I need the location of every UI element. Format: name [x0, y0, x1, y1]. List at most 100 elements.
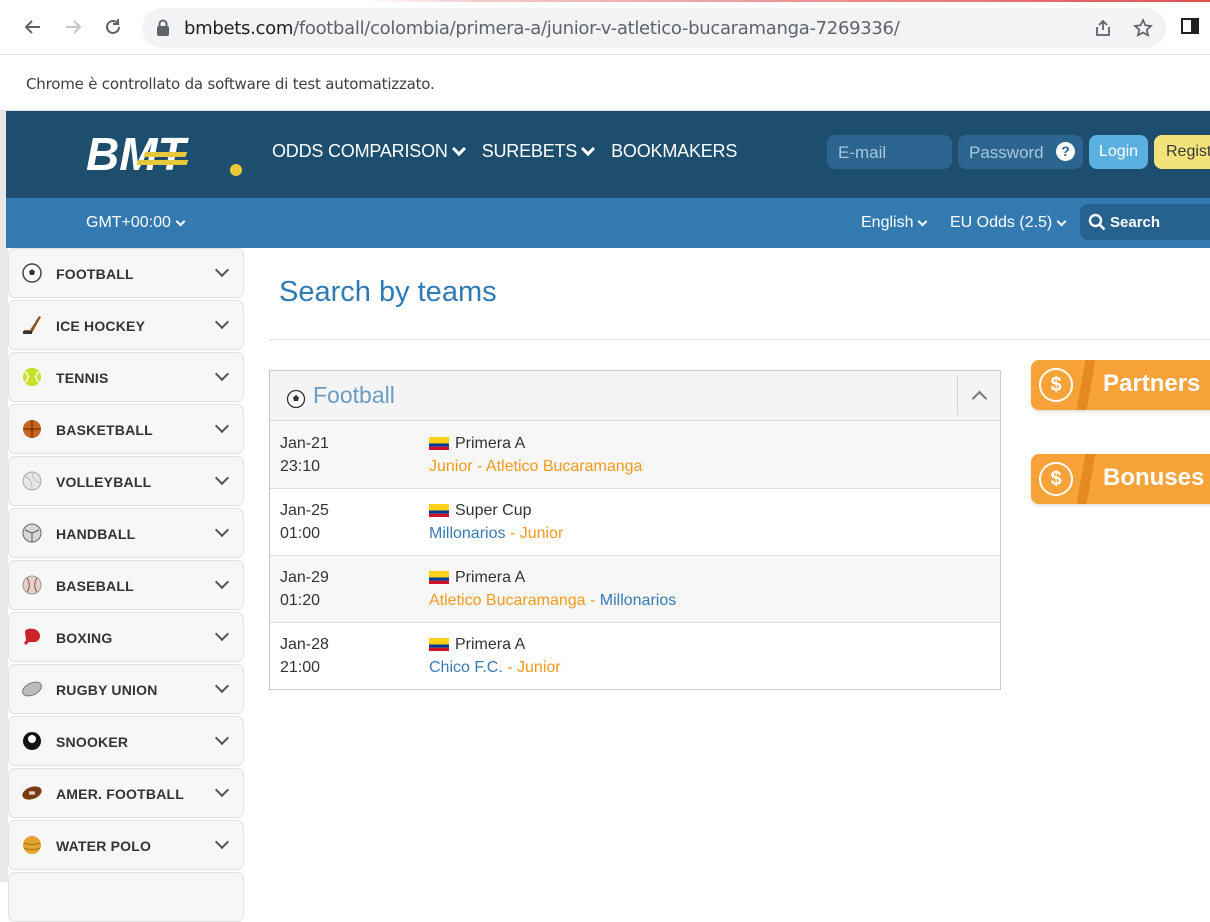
volleyball-icon: [22, 471, 42, 491]
colombia-flag-icon: [429, 571, 449, 584]
site-header: BMT ODDS COMPARISON SUREBETS BOOKMAKERS …: [6, 111, 1210, 198]
sidebar-item-water-polo[interactable]: WATER POLO: [8, 820, 244, 870]
chevron-down-icon: [214, 314, 230, 330]
collapse-button[interactable]: [957, 375, 1000, 415]
odds-format-selector[interactable]: EU Odds (2.5): [950, 214, 1067, 232]
nav-surebets[interactable]: SUREBETS: [482, 141, 596, 162]
sidebar-item-basketball[interactable]: BASKETBALL: [8, 404, 244, 454]
chevron-down-icon: [214, 834, 230, 850]
away-team-link[interactable]: Junior: [517, 659, 561, 676]
chevron-down-icon: [581, 141, 596, 157]
sidebar-item-tennis[interactable]: TENNIS: [8, 352, 244, 402]
page-title: Search by teams: [279, 276, 497, 308]
soccer-ball-icon: [22, 263, 42, 283]
login-button[interactable]: Login: [1089, 135, 1148, 169]
baseball-icon: [22, 575, 42, 595]
match-row[interactable]: Jan-25 01:00 Super Cup Millonarios - Jun…: [270, 489, 1000, 556]
share-icon[interactable]: [1092, 17, 1114, 39]
sidebar-item-volleyball[interactable]: VOLLEYBALL: [8, 456, 244, 506]
sidebar-item-football[interactable]: FOOTBALL: [8, 248, 244, 298]
boxing-glove-icon: [24, 628, 40, 645]
bonuses-button[interactable]: $ Bonuses: [1031, 454, 1210, 504]
bmt-logo[interactable]: BMT: [84, 128, 244, 180]
colombia-flag-icon: [429, 504, 449, 517]
chevron-down-icon: [214, 522, 230, 538]
dollar-icon: $: [1039, 462, 1073, 496]
side-panel-icon[interactable]: [1180, 16, 1204, 40]
language-selector[interactable]: English: [861, 214, 928, 232]
sidebar-item-ice-hockey[interactable]: ICE HOCKEY: [8, 300, 244, 350]
sidebar-item-baseball[interactable]: BASEBALL: [8, 560, 244, 610]
logo-ball: [230, 164, 242, 176]
divider: [270, 339, 1210, 340]
bookmark-star-icon[interactable]: [1132, 17, 1154, 39]
league-name: Primera A: [455, 569, 526, 586]
sidebar-item-boxing[interactable]: BOXING: [8, 612, 244, 662]
back-icon[interactable]: [20, 14, 46, 40]
home-team-link[interactable]: Atletico Bucaramanga: [429, 592, 586, 609]
sidebar-item-amer-football[interactable]: AMER. FOOTBALL: [8, 768, 244, 818]
water-polo-ball-icon: [23, 836, 41, 854]
password-field[interactable]: Password ?: [958, 135, 1083, 169]
sidebar-item-handball[interactable]: HANDBALL: [8, 508, 244, 558]
match-teams: Atletico Bucaramanga - Millonarios: [429, 592, 677, 609]
help-icon[interactable]: ?: [1056, 142, 1075, 161]
main-nav: ODDS COMPARISON SUREBETS BOOKMAKERS: [272, 141, 737, 162]
panel-title: Football: [313, 382, 395, 408]
hockey-stick-icon: [23, 316, 41, 334]
partners-button[interactable]: $ Partners: [1031, 360, 1210, 410]
forward-icon[interactable]: [60, 14, 86, 40]
register-button[interactable]: Registe: [1154, 135, 1210, 169]
dollar-icon: $: [1039, 368, 1073, 402]
browser-toolbar: bmbets.com/football/colombia/primera-a/j…: [0, 0, 1210, 55]
basketball-icon: [23, 420, 41, 438]
rugby-ball-icon: [22, 681, 42, 697]
nav-bookmakers[interactable]: BOOKMAKERS: [611, 141, 737, 162]
league-name: Primera A: [455, 636, 526, 653]
home-team-link[interactable]: Chico F.C.: [429, 659, 503, 676]
away-team-link[interactable]: Atletico Bucaramanga: [486, 458, 643, 475]
chevron-down-icon: [451, 141, 466, 157]
email-field[interactable]: E-mail: [827, 135, 952, 169]
chevron-down-icon: [214, 730, 230, 746]
home-team-link[interactable]: Junior: [429, 458, 473, 475]
league-name: Super Cup: [455, 502, 532, 519]
chevron-down-icon: [214, 470, 230, 486]
chevron-down-icon: [214, 574, 230, 590]
nav-odds-comparison[interactable]: ODDS COMPARISON: [272, 141, 466, 162]
sidebar-item-rugby-union[interactable]: RUGBY UNION: [8, 664, 244, 714]
tennis-ball-icon: [23, 368, 41, 386]
home-team-link[interactable]: Millonarios: [429, 525, 505, 542]
chevron-up-icon: [971, 390, 988, 407]
chevron-down-icon: [1056, 216, 1067, 226]
away-team-link[interactable]: Junior: [520, 525, 564, 542]
search-icon: [1088, 213, 1106, 231]
divider: [1076, 360, 1096, 410]
address-bar[interactable]: bmbets.com/football/colombia/primera-a/j…: [142, 8, 1166, 48]
away-team-link[interactable]: Millonarios: [600, 592, 676, 609]
chevron-down-icon: [214, 418, 230, 434]
lock-icon[interactable]: [156, 19, 170, 37]
sports-sidebar: FOOTBALL ICE HOCKEY TENNIS BASKETBALL VO…: [6, 248, 244, 922]
chevron-down-icon: [214, 782, 230, 798]
sidebar-item-more[interactable]: [8, 872, 244, 922]
url-text[interactable]: bmbets.com/football/colombia/primera-a/j…: [184, 18, 900, 39]
divider: [1076, 454, 1096, 504]
chevron-down-icon: [214, 678, 230, 694]
chevron-down-icon: [214, 366, 230, 382]
search-input[interactable]: Search: [1080, 204, 1210, 240]
reload-icon[interactable]: [100, 14, 126, 40]
snooker-ball-icon: [23, 732, 41, 750]
match-row[interactable]: Jan-28 21:00 Primera A Chico F.C. - Juni…: [270, 623, 1000, 690]
colombia-flag-icon: [429, 638, 449, 651]
league-name: Primera A: [455, 435, 526, 452]
match-row[interactable]: Jan-29 01:20 Primera A Atletico Bucarama…: [270, 556, 1000, 623]
chevron-down-icon: [918, 216, 928, 226]
sidebar-item-snooker[interactable]: SNOOKER: [8, 716, 244, 766]
match-row[interactable]: Jan-21 23:10 Primera A Junior - Atletico…: [270, 422, 1000, 489]
automation-infobar: Chrome è controllato da software di test…: [0, 56, 1210, 111]
timezone-selector[interactable]: GMT+00:00: [86, 214, 186, 232]
chevron-down-icon: [175, 216, 186, 226]
chevron-down-icon: [214, 626, 230, 642]
panel-header: Football: [270, 371, 1000, 421]
